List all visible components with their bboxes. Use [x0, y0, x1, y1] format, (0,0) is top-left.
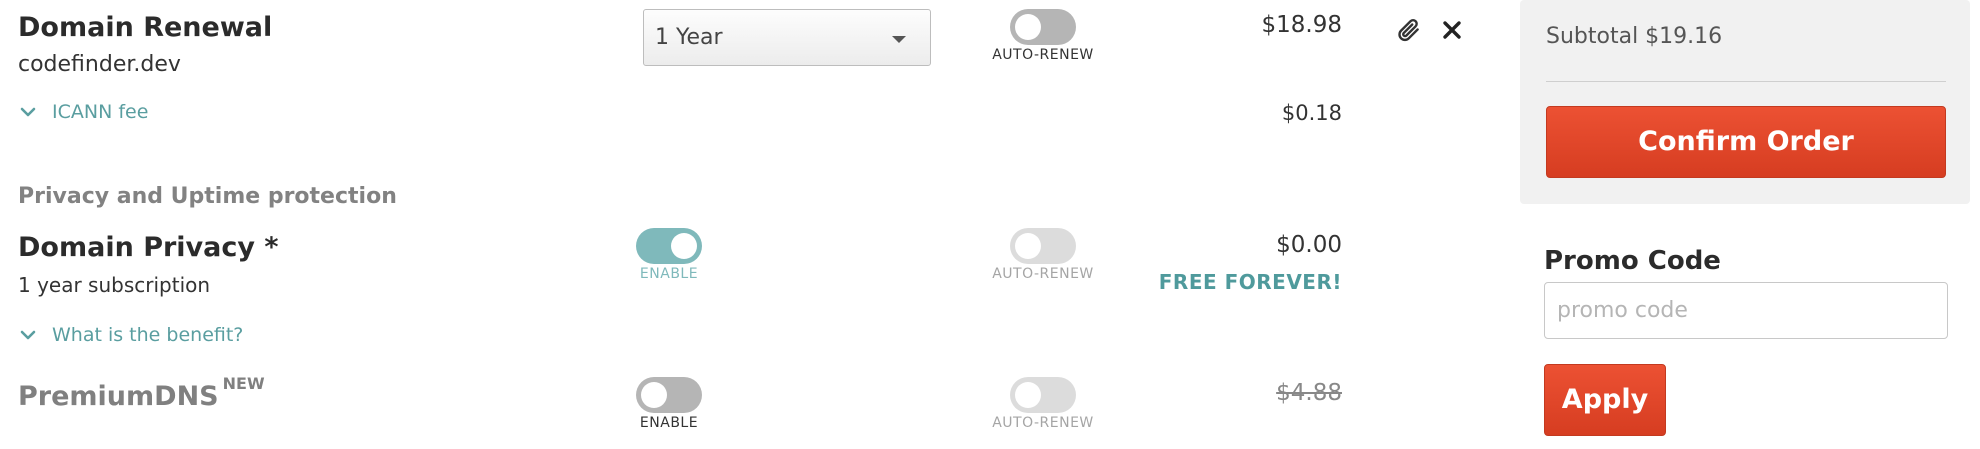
- renewal-auto-renew-toggle[interactable]: [1010, 9, 1076, 45]
- divider: [1546, 81, 1946, 82]
- premiumdns-title: PremiumDNS NEW: [18, 374, 265, 412]
- privacy-auto-renew-toggle[interactable]: [1010, 228, 1076, 264]
- icann-fee-link[interactable]: ICANN fee: [20, 101, 148, 123]
- subtotal: Subtotal $19.16: [1546, 24, 1723, 49]
- renewal-auto-renew-label: AUTO-RENEW: [992, 47, 1094, 63]
- benefit-label: What is the benefit?: [52, 324, 244, 346]
- term-select-value: 1 Year: [655, 25, 723, 50]
- premiumdns-auto-renew-toggle[interactable]: [1010, 377, 1076, 413]
- term-select[interactable]: 1 Year: [643, 9, 931, 66]
- toggle-knob: [1015, 382, 1041, 408]
- premiumdns-auto-renew-label: AUTO-RENEW: [992, 415, 1094, 431]
- icann-fee-label: ICANN fee: [52, 101, 149, 123]
- premiumdns-enable-label: ENABLE: [639, 415, 699, 431]
- chevron-down-icon: [892, 36, 906, 43]
- benefit-link[interactable]: What is the benefit?: [20, 324, 243, 346]
- promo-code-label: Promo Code: [1544, 246, 1721, 276]
- privacy-enable-label: ENABLE: [639, 266, 699, 282]
- icann-fee-price: $0.18: [1281, 101, 1342, 125]
- privacy-section-heading: Privacy and Uptime protection: [18, 184, 397, 209]
- toggle-knob: [1015, 233, 1041, 259]
- premiumdns-enable-toggle[interactable]: [636, 377, 702, 413]
- domain-privacy-subtitle: 1 year subscription: [18, 273, 211, 297]
- chevron-down-icon: [20, 103, 36, 122]
- privacy-enable-toggle[interactable]: [636, 228, 702, 264]
- premiumdns-label: PremiumDNS: [18, 381, 219, 412]
- domain-name: codefinder.dev: [18, 52, 181, 77]
- free-forever-note: FREE FOREVER!: [1158, 270, 1342, 294]
- domain-privacy-title: Domain Privacy *: [18, 232, 279, 263]
- confirm-order-button[interactable]: Confirm Order: [1546, 106, 1946, 178]
- apply-button[interactable]: Apply: [1544, 364, 1666, 436]
- domain-renewal-title: Domain Renewal: [18, 12, 273, 43]
- toggle-knob: [641, 382, 667, 408]
- promo-code-input[interactable]: [1544, 282, 1948, 339]
- new-badge: NEW: [222, 374, 265, 393]
- chevron-down-icon: [20, 326, 36, 345]
- close-icon[interactable]: [1436, 14, 1468, 46]
- premiumdns-price: $4.88: [1276, 380, 1342, 406]
- toggle-knob: [1015, 14, 1041, 40]
- privacy-price: $0.00: [1276, 232, 1342, 258]
- renewal-price: $18.98: [1261, 12, 1342, 38]
- paperclip-icon[interactable]: [1393, 14, 1425, 46]
- toggle-knob: [671, 233, 697, 259]
